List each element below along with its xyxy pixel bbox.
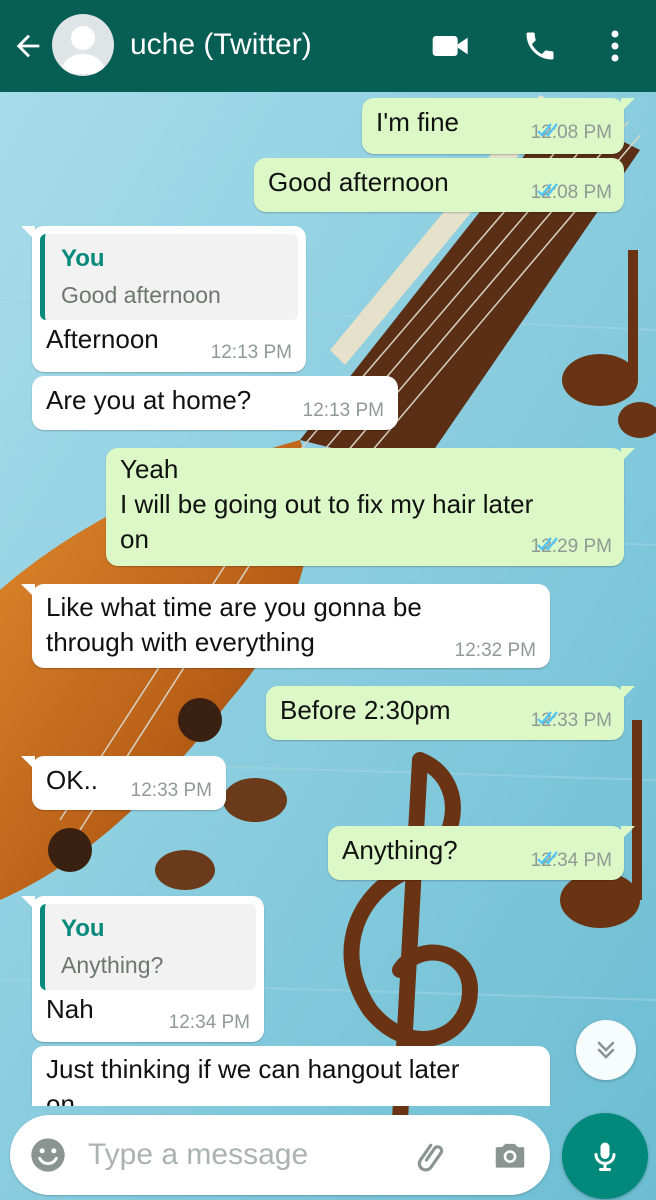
message-bubble-outgoing[interactable]: I'm fine 12:08 PM	[362, 98, 635, 154]
message-bubble-incoming[interactable]: You Anything? Nah 12:34 PM	[21, 896, 264, 1042]
double-chevron-down-icon	[597, 1041, 615, 1059]
message-time: 12:32 PM	[454, 640, 536, 661]
back-arrow-icon	[16, 34, 40, 58]
default-avatar-icon	[60, 26, 106, 74]
message-meta: 12:33 PM	[131, 780, 212, 802]
video-call-button[interactable]	[428, 26, 474, 66]
read-ticks-icon	[536, 123, 558, 137]
bubble-tail	[21, 756, 35, 770]
contact-name[interactable]: uche (Twitter)	[130, 24, 312, 66]
bubble-tail	[21, 226, 35, 240]
message-meta: 12:13 PM	[211, 342, 292, 364]
message-meta: 12:29 PM	[531, 536, 612, 558]
phone-icon	[526, 32, 554, 60]
message-bubble-incoming[interactable]: You Good afternoon Afternoon 12:13 PM	[21, 226, 306, 372]
message-text: Yeah I will be going out to fix my hair …	[120, 454, 534, 554]
message-text: Nah	[46, 994, 94, 1024]
chat-header: uche (Twitter)	[0, 0, 656, 92]
message-bubble-outgoing[interactable]: Good afternoon 12:08 PM	[254, 158, 624, 212]
message-meta: 12:08 PM	[531, 182, 612, 204]
read-ticks-icon	[536, 851, 558, 865]
read-ticks-icon	[536, 537, 558, 551]
camera-button[interactable]	[488, 1133, 532, 1177]
bubble-tail	[21, 584, 35, 598]
message-bubble-incoming[interactable]: Like what time are you gonna be through …	[21, 584, 550, 668]
bubble-tail	[621, 98, 635, 112]
quoted-message[interactable]: You Anything?	[40, 904, 256, 990]
quoted-sender: You	[61, 915, 105, 942]
message-bubble-incoming[interactable]: Are you at home? 12:13 PM	[32, 376, 398, 430]
bubble-tail	[21, 896, 35, 910]
paperclip-icon	[417, 1143, 444, 1172]
back-button[interactable]	[8, 26, 48, 66]
message-meta: 12:13 PM	[303, 400, 384, 422]
microphone-icon	[594, 1142, 616, 1171]
message-composer	[10, 1115, 550, 1195]
message-time: 12:33 PM	[130, 780, 212, 801]
message-bubble-outgoing[interactable]: Before 2:30pm 12:33 PM	[266, 686, 635, 740]
message-time: 12:13 PM	[210, 342, 292, 363]
read-ticks-icon	[536, 183, 558, 197]
message-bubble-incoming[interactable]: OK.. 12:33 PM	[21, 756, 226, 810]
bubble-tail	[621, 686, 635, 700]
chat-wallpaper: I'm fine 12:08 PM Good afternoon 12:08 P…	[0, 92, 656, 1200]
message-bubble-outgoing[interactable]: Anything? 12:34 PM	[328, 826, 635, 880]
quoted-message[interactable]: You Good afternoon	[40, 234, 298, 320]
message-meta: 12:32 PM	[455, 640, 536, 662]
message-text: Before 2:30pm	[280, 695, 451, 725]
smiley-icon	[31, 1138, 65, 1172]
message-text: Afternoon	[46, 324, 159, 354]
read-ticks-icon	[536, 711, 558, 725]
message-text: Good afternoon	[268, 167, 449, 197]
bubble-tail	[621, 826, 635, 840]
message-meta: 12:34 PM	[169, 1012, 250, 1034]
message-time: 12:34 PM	[168, 1012, 250, 1033]
emoji-button[interactable]	[26, 1133, 70, 1177]
scroll-to-bottom-button[interactable]	[576, 1020, 636, 1080]
message-text: I'm fine	[376, 107, 459, 137]
message-input[interactable]	[88, 1131, 388, 1179]
menu-button[interactable]	[600, 24, 630, 68]
quoted-sender: You	[61, 245, 105, 272]
more-vertical-icon	[611, 30, 619, 62]
message-text: Like what time are you gonna be through …	[46, 592, 422, 657]
attach-button[interactable]	[410, 1133, 454, 1177]
message-time: 12:13 PM	[302, 400, 384, 421]
quoted-text: Anything?	[61, 952, 164, 978]
quoted-text: Good afternoon	[61, 282, 221, 308]
videocam-icon	[432, 36, 468, 56]
message-meta: 12:08 PM	[531, 122, 612, 144]
message-text: Just thinking if we can hangout later on	[46, 1054, 460, 1106]
message-clip: Just thinking if we can hangout later on	[0, 1040, 656, 1106]
message-bubble-incoming[interactable]: Just thinking if we can hangout later on	[32, 1046, 550, 1106]
voice-call-button[interactable]	[518, 24, 562, 68]
message-meta: 12:33 PM	[531, 710, 612, 732]
camera-icon	[495, 1143, 525, 1168]
avatar[interactable]	[52, 14, 114, 76]
bubble-tail	[621, 448, 635, 462]
message-meta: 12:34 PM	[531, 850, 612, 872]
voice-message-button[interactable]	[562, 1113, 648, 1199]
message-text: Anything?	[342, 835, 458, 865]
message-text: OK..	[46, 765, 99, 795]
message-bubble-outgoing[interactable]: Yeah I will be going out to fix my hair …	[106, 448, 635, 566]
message-text: Are you at home?	[46, 385, 252, 415]
